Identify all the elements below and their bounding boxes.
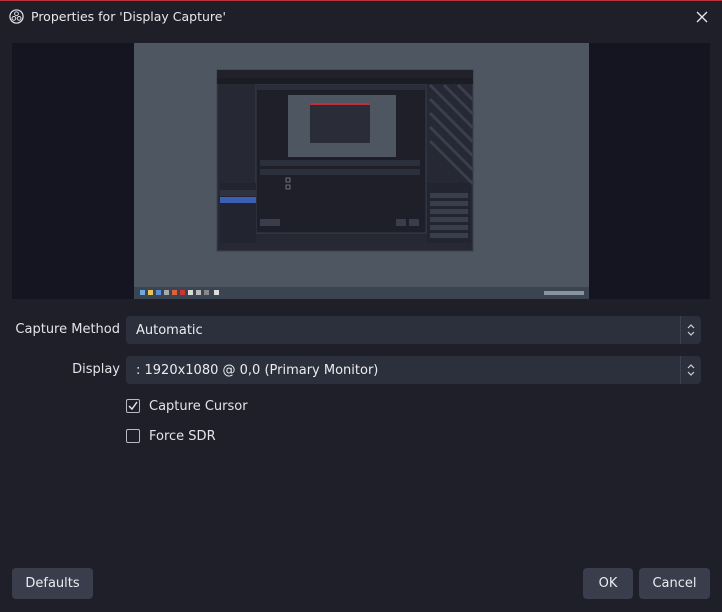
- capture-cursor-row[interactable]: Capture Cursor: [126, 396, 248, 416]
- display-select[interactable]: : 1920x1080 @ 0,0 (Primary Monitor): [126, 356, 701, 384]
- display-value: : 1920x1080 @ 0,0 (Primary Monitor): [136, 362, 379, 378]
- force-sdr-row[interactable]: Force SDR: [126, 426, 216, 446]
- capture-cursor-label: Capture Cursor: [149, 398, 248, 414]
- ok-button[interactable]: OK: [583, 568, 633, 599]
- checkmark-icon: [128, 401, 138, 411]
- updown-chevron-icon: [680, 356, 701, 384]
- properties-dialog: Properties for 'Display Capture' Capture…: [0, 0, 722, 612]
- updown-chevron-icon: [680, 316, 701, 344]
- title-bar: Properties for 'Display Capture': [0, 1, 722, 32]
- display-label: Display: [72, 362, 120, 377]
- capture-method-select[interactable]: Automatic: [126, 316, 701, 344]
- cancel-button[interactable]: Cancel: [639, 568, 710, 599]
- close-icon[interactable]: [692, 7, 712, 27]
- capture-preview: [134, 43, 589, 299]
- capture-method-label: Capture Method: [15, 322, 120, 337]
- capture-method-value: Automatic: [136, 322, 203, 338]
- dialog-title: Properties for 'Display Capture': [31, 9, 226, 24]
- force-sdr-checkbox[interactable]: [126, 429, 140, 443]
- capture-cursor-checkbox[interactable]: [126, 399, 140, 413]
- preview-image: [134, 43, 589, 299]
- defaults-button[interactable]: Defaults: [12, 568, 93, 599]
- force-sdr-label: Force SDR: [149, 428, 216, 444]
- obs-logo-icon: [9, 9, 24, 24]
